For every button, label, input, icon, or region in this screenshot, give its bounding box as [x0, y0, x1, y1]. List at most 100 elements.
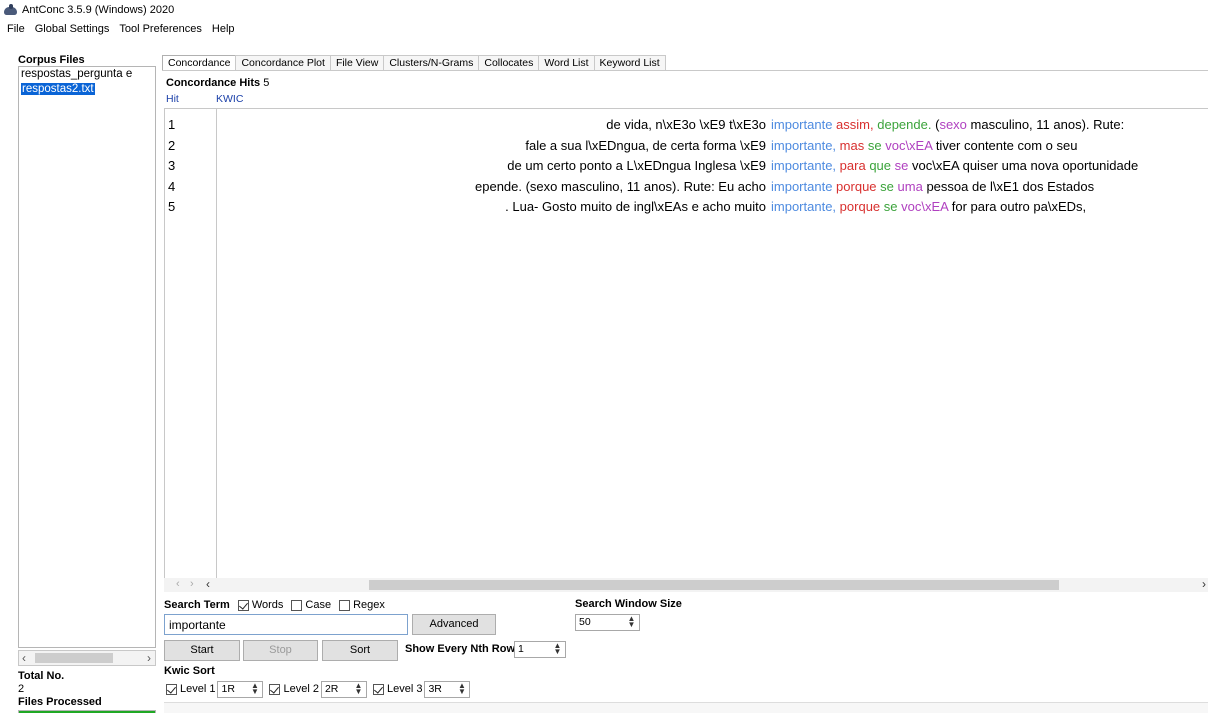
spinner-arrows-icon[interactable]: ▲ ▼ — [456, 681, 467, 695]
kwic-left-context: epende. (sexo masculino, 11 anos). Rute:… — [475, 178, 766, 194]
search-term-label: Search Term — [164, 599, 230, 611]
level-2-spinner[interactable]: 2R ▲ ▼ — [320, 680, 367, 698]
kwic-right-token: se — [880, 178, 894, 194]
level-1-checkbox[interactable] — [166, 683, 177, 695]
kwic-node-and-right-context: importante, porque se voc\xEA for para o… — [771, 199, 1086, 214]
kwic-node-and-right-context: importante porque se uma pessoa de l\xE1… — [771, 179, 1094, 194]
start-button[interactable]: Start — [164, 640, 240, 661]
corpus-file-list[interactable]: respostas_pergunta e respostas2.txt — [18, 66, 156, 648]
kwic-line[interactable]: de vida, n\xE3o \xE9 t\xE3o importante as… — [218, 117, 1208, 137]
scrollbar-thumb[interactable] — [35, 653, 113, 663]
scroll-left-icon[interactable]: ‹ — [22, 651, 26, 665]
kwic-right-token: voc\xEA — [885, 137, 933, 153]
sort-button[interactable]: Sort — [322, 640, 398, 661]
kwic-node-word[interactable]: importante — [771, 179, 832, 194]
words-checkbox[interactable] — [237, 599, 249, 611]
hit-number-column: 1 2 3 4 5 — [165, 109, 217, 578]
kwic-node-and-right-context: importante, para que se voc\xEA quiser u… — [771, 158, 1138, 173]
level-3-checkbox[interactable] — [372, 683, 384, 695]
hit-number: 2 — [168, 137, 176, 153]
scroll-right-icon[interactable]: › — [1202, 577, 1206, 591]
corpus-list-scrollbar[interactable]: ‹ › — [18, 650, 156, 666]
case-checkbox[interactable] — [291, 599, 303, 611]
kwic-node-word[interactable]: importante, — [771, 199, 836, 214]
words-label: Words — [251, 599, 284, 611]
nth-row-spinner[interactable]: 1 ▲ ▼ — [514, 641, 566, 658]
column-header-hit[interactable]: Hit — [166, 93, 179, 105]
kwic-left-context: de vida, n\xE3o \xE9 t\xE3o — [606, 117, 766, 132]
scrollbar-thumb[interactable] — [369, 580, 1059, 590]
tab-file-view[interactable]: File View — [329, 55, 385, 71]
kwic-node-word[interactable]: importante — [771, 117, 832, 132]
kwic-node-and-right-context: importante, mas se voc\xEA tiver content… — [771, 138, 1077, 153]
kwic-line[interactable]: epende. (sexo masculino, 11 anos). Rute:… — [218, 179, 1208, 199]
level-3-spinner[interactable]: 3R ▲ ▼ — [424, 680, 471, 698]
advanced-button[interactable]: Advanced — [412, 614, 496, 635]
menu-global-settings[interactable]: Global Settings — [30, 23, 115, 35]
total-files-value: 2 — [18, 683, 25, 695]
search-window-size-value: 50 — [579, 616, 591, 628]
concordance-hits-count: 5 — [263, 77, 270, 89]
corpus-file-name: respostas2.txt — [21, 83, 95, 95]
kwic-right-token: pessoa de l\xE1 dos Estados — [926, 178, 1095, 194]
window-title: AntConc 3.5.9 (Windows) 2020 — [22, 4, 175, 16]
regex-label: Regex — [353, 599, 385, 611]
nth-row-value: 1 — [518, 643, 524, 655]
concordance-results[interactable]: 1 2 3 4 5 de vida, n\xE3o \xE9 t\xE3o importa… — [164, 108, 1208, 578]
tab-word-list[interactable]: Word List — [538, 55, 595, 71]
scroll-left-icon[interactable]: ‹ — [206, 577, 210, 591]
spinner-arrows-icon[interactable]: ▲ ▼ — [626, 615, 637, 629]
tab-keyword-list[interactable]: Keyword List — [593, 55, 666, 71]
spinner-arrows-icon[interactable]: ▲ ▼ — [353, 681, 364, 695]
level-1-value: 1R — [221, 682, 235, 695]
search-window-size-spinner[interactable]: 50 ▲ ▼ — [575, 614, 640, 631]
level-1-spinner[interactable]: 1R ▲ ▼ — [217, 680, 264, 698]
kwic-node-word[interactable]: importante, — [771, 138, 836, 153]
nth-row-label: Show Every Nth Row — [405, 643, 516, 655]
corpus-file-item[interactable]: respostas_pergunta e — [19, 67, 155, 82]
concordance-hits-label: Concordance Hits — [166, 77, 261, 89]
kwic-right-token: uma — [897, 178, 923, 194]
kwic-right-token: voc\xEA — [901, 199, 949, 214]
kwic-line[interactable]: fale a sua l\xEDngua, de certa forma \xE… — [218, 138, 1208, 158]
menu-tool-preferences[interactable]: Tool Preferences — [114, 23, 207, 35]
tab-concordance-plot[interactable]: Concordance Plot — [235, 55, 331, 71]
column-header-kwic[interactable]: KWIC — [216, 93, 243, 105]
kwic-line[interactable]: de um certo ponto a L\xEDngua Inglesa \x… — [218, 158, 1208, 178]
scroll-right-icon[interactable]: › — [147, 651, 151, 665]
hit-number: 5 — [168, 199, 176, 214]
stop-button[interactable]: Stop — [243, 640, 318, 661]
kwic-node-and-right-context: importante assim, depende. (sexo masculi… — [771, 117, 1124, 132]
corpus-file-name: respostas_pergunta e — [21, 68, 133, 80]
tab-concordance[interactable]: Concordance — [162, 55, 237, 71]
status-strip — [164, 702, 1208, 713]
scroll-left-icon[interactable]: ‹ — [176, 578, 180, 590]
menu-file[interactable]: File — [2, 23, 30, 35]
kwic-right-token: para — [839, 158, 866, 173]
spinner-arrows-icon[interactable]: ▲ ▼ — [249, 681, 260, 695]
kwic-sort-label: Kwic Sort — [164, 665, 215, 677]
hit-number: 3 — [168, 158, 176, 173]
results-scrollbar[interactable]: ‹ › ‹ › — [164, 577, 1208, 592]
corpus-panel: Corpus Files respostas_pergunta e respos… — [0, 38, 158, 713]
scroll-right-icon[interactable]: › — [190, 578, 194, 590]
kwic-right-token: se — [894, 158, 909, 173]
level-1-label: Level 1 — [180, 683, 216, 695]
kwic-left-context: de um certo ponto a L\xEDngua Inglesa \x… — [507, 158, 766, 173]
tab-clusters-ngrams[interactable]: Clusters/N-Grams — [383, 55, 480, 71]
kwic-node-word[interactable]: importante, — [771, 158, 836, 173]
total-files-label: Total No. — [18, 670, 65, 682]
corpus-file-item-selected[interactable]: respostas2.txt — [19, 82, 155, 97]
kwic-right-token: mas — [839, 137, 865, 153]
kwic-right-token: for para outro pa\xEDs, — [951, 199, 1087, 214]
regex-checkbox[interactable] — [339, 599, 351, 611]
level-2-checkbox[interactable] — [269, 683, 281, 695]
tab-collocates[interactable]: Collocates — [478, 55, 540, 71]
level-3-value: 3R — [428, 682, 442, 695]
level-2-label: Level 2 — [283, 683, 319, 695]
spinner-arrows-icon[interactable]: ▲ ▼ — [552, 642, 563, 656]
search-term-input[interactable] — [164, 614, 408, 635]
menu-help[interactable]: Help — [207, 23, 240, 35]
kwic-line[interactable]: . Lua- Gosto muito de ingl\xEAs e acho m… — [218, 199, 1208, 219]
menu-bar: File Global Settings Tool Preferences He… — [0, 20, 1208, 38]
